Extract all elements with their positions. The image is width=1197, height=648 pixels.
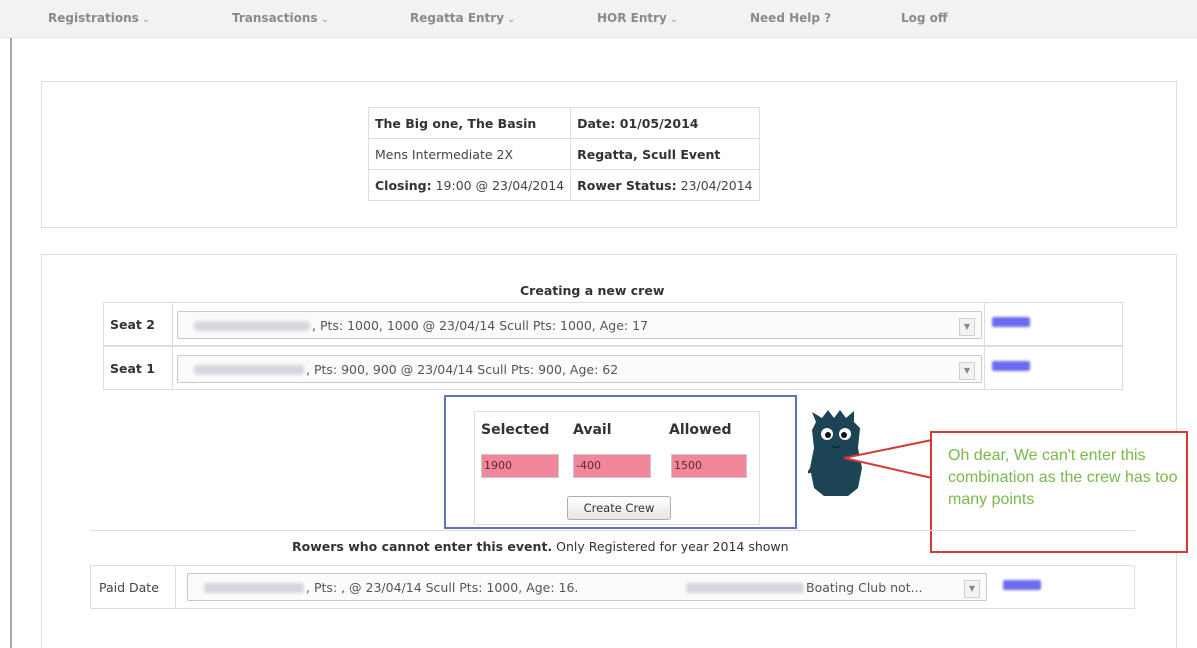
nav-regatta-entry[interactable]: Regatta Entry ⌄ <box>410 11 515 25</box>
seat-2-value: , Pts: 1000, 1000 @ 23/04/14 Scull Pts: … <box>312 318 649 333</box>
club-name-redacted <box>686 583 804 593</box>
seat-2-link[interactable] <box>992 317 1030 327</box>
event-category: Mens Intermediate 2X <box>367 138 572 170</box>
top-nav: Registrations ⌄ Transactions ⌄ Regatta Ent… <box>0 0 1197 38</box>
seat-row: Seat 1 , Pts: 900, 900 @ 23/04/14 Scull … <box>103 346 1123 390</box>
rower-name-redacted <box>194 321 310 331</box>
ineligible-rower-select[interactable]: , Pts: , @ 23/04/14 Scull Pts: 1000, Age… <box>187 573 987 601</box>
cannot-enter-header: Rowers who cannot enter this event. Only… <box>90 530 1135 560</box>
divider <box>172 303 173 345</box>
divider <box>984 303 985 345</box>
allowed-header: Allowed <box>669 422 732 438</box>
rower-name-redacted <box>204 583 304 593</box>
ineligible-rower-link[interactable] <box>1003 580 1041 590</box>
paid-date-label: Paid Date <box>99 580 159 595</box>
points-summary-box: Selected Avail Allowed 1900 -400 1500 Cr… <box>444 395 797 529</box>
rower-name-redacted <box>194 365 304 375</box>
nav-transactions[interactable]: Transactions ⌄ <box>232 11 329 25</box>
avail-points-field[interactable]: -400 <box>573 454 651 478</box>
event-closing: Closing: 19:00 @ 23/04/2014 <box>367 169 572 201</box>
nav-hor-entry[interactable]: HOR Entry ⌄ <box>597 11 678 25</box>
create-crew-button[interactable]: Create Crew <box>567 496 671 520</box>
chevron-down-icon: ⌄ <box>141 14 151 25</box>
event-date: Date: 01/05/2014 <box>570 107 760 139</box>
ineligible-rower-reason: Boating Club not... <box>806 580 923 595</box>
dropdown-arrow-icon[interactable]: ▼ <box>959 362 975 380</box>
event-rower-status: Rower Status: 23/04/2014 <box>570 169 760 201</box>
nav-registrations[interactable]: Registrations ⌄ <box>48 11 150 25</box>
chevron-down-icon: ⌄ <box>507 14 516 25</box>
chevron-down-icon: ⌄ <box>669 14 679 25</box>
nav-log-off[interactable]: Log off <box>901 11 948 25</box>
seat-2-select[interactable]: , Pts: 1000, 1000 @ 23/04/14 Scull Pts: … <box>177 311 982 339</box>
selected-header: Selected <box>481 422 550 438</box>
seat-1-link[interactable] <box>992 361 1030 371</box>
divider <box>175 566 176 608</box>
seat-1-value: , Pts: 900, 900 @ 23/04/14 Scull Pts: 90… <box>306 362 619 377</box>
seat-label: Seat 2 <box>110 317 155 332</box>
dropdown-arrow-icon[interactable]: ▼ <box>964 580 980 598</box>
allowed-points-field[interactable]: 1500 <box>671 454 747 478</box>
event-name: The Big one, The Basin <box>367 107 572 139</box>
avail-header: Avail <box>573 422 612 438</box>
seat-label: Seat 1 <box>110 361 155 376</box>
callout-message: Oh dear, We can't enter this combination… <box>948 447 1178 508</box>
chevron-down-icon: ⌄ <box>320 14 329 25</box>
divider <box>984 347 985 389</box>
ineligible-rower-value: , Pts: , @ 23/04/14 Scull Pts: 1000, Age… <box>306 580 579 595</box>
nav-need-help[interactable]: Need Help ? <box>750 11 831 25</box>
seat-1-select[interactable]: , Pts: 900, 900 @ 23/04/14 Scull Pts: 90… <box>177 355 982 383</box>
callout-pointer <box>843 439 933 479</box>
cannot-enter-note: Only Registered for year 2014 shown <box>552 539 789 554</box>
crew-title: Creating a new crew <box>520 283 665 298</box>
selected-points-field[interactable]: 1900 <box>481 454 559 478</box>
event-info-table: The Big one, The Basin Date: 01/05/2014 … <box>367 107 760 201</box>
divider <box>172 347 173 389</box>
event-type: Regatta, Scull Event <box>570 138 760 170</box>
paid-date-row: Paid Date , Pts: , @ 23/04/14 Scull Pts:… <box>90 565 1135 609</box>
points-table: Selected Avail Allowed 1900 -400 1500 Cr… <box>474 411 760 525</box>
dropdown-arrow-icon[interactable]: ▼ <box>959 318 975 336</box>
cannot-enter-title: Rowers who cannot enter this event. <box>292 539 553 554</box>
seat-row: Seat 2 , Pts: 1000, 1000 @ 23/04/14 Scul… <box>103 302 1123 346</box>
